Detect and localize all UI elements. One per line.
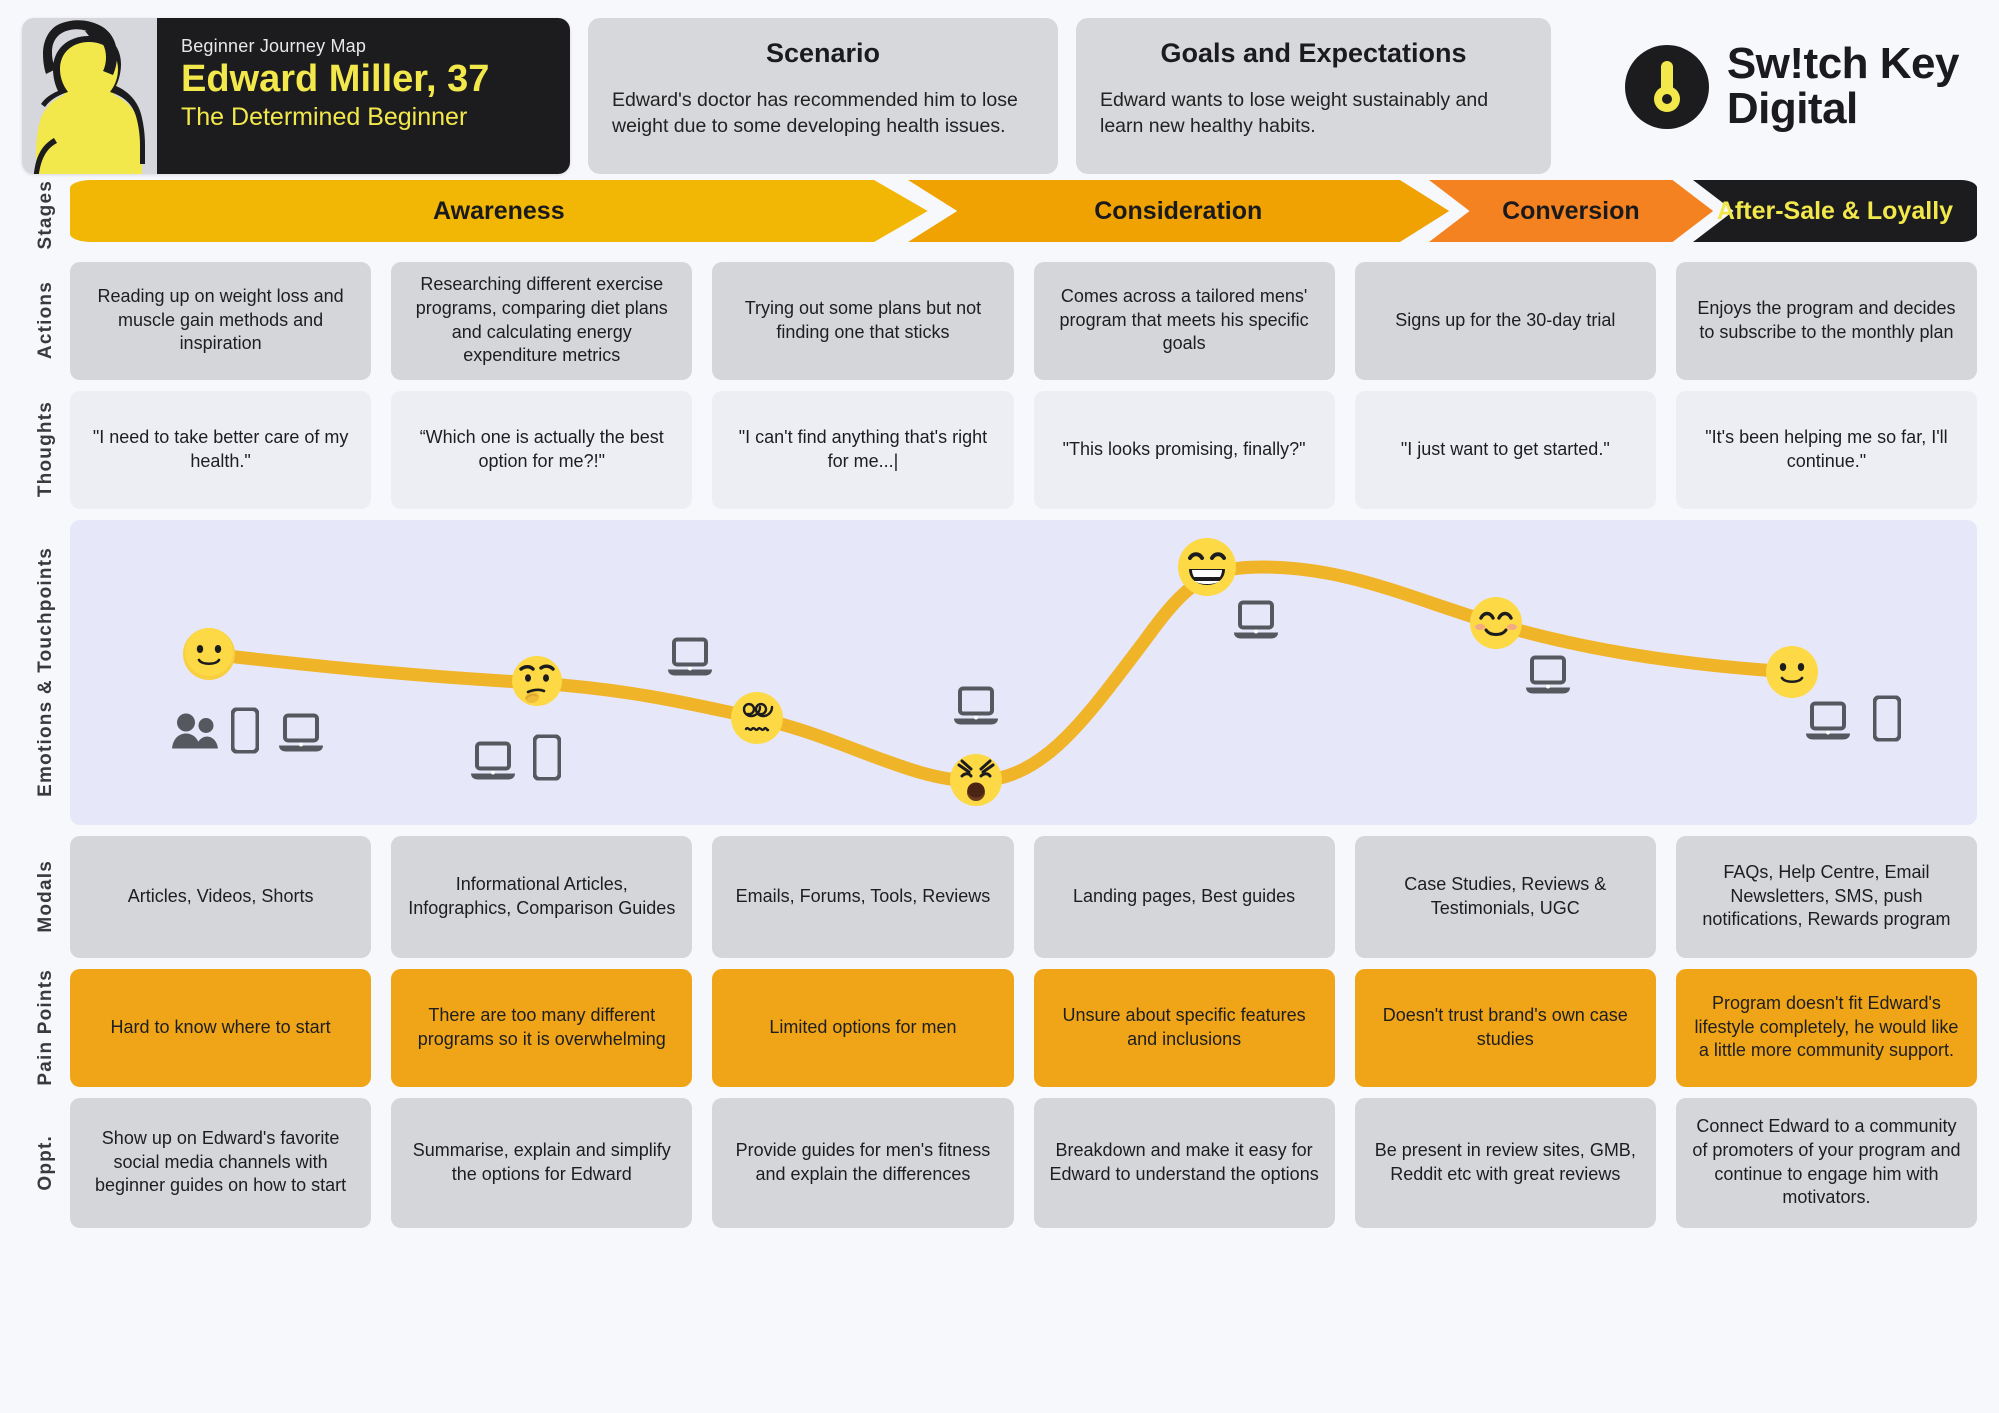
emotion-curve [202,560,1799,788]
opportunity-cell[interactable]: Summarise, explain and simplify the opti… [391,1097,693,1228]
stage-track: Awareness Consideration Conversion After… [70,180,1977,242]
persona-kicker: Beginner Journey Map [181,36,367,56]
laptop-icon [470,741,516,786]
persona-info: Beginner Journey Map Edward Miller, 37 T… [157,18,570,174]
opportunity-cell[interactable]: Breakdown and make it easy for Edward to… [1033,1097,1335,1228]
stage-conversion[interactable]: Conversion [1428,180,1713,242]
thought-cell[interactable]: "This looks promising, finally?" [1033,390,1335,509]
modal-cell[interactable]: Case Studies, Reviews & Testimonials, UG… [1354,835,1656,958]
laptop-icon [953,686,999,731]
pain-point-cell[interactable]: Program doesn't fit Edward's lifestyle c… [1675,968,1978,1087]
grinning-face-icon [1176,536,1238,598]
row-label-emotions: Emotions & Touchpoints [35,547,57,797]
stage-label: Awareness [433,196,565,225]
action-cell[interactable]: Signs up for the 30-day trial [1354,261,1656,380]
laptop-icon [1525,655,1571,701]
stage-awareness[interactable]: Awareness [70,180,928,242]
row-opportunities: Oppt. Show up on Edward's favorite socia… [22,1097,1978,1228]
modal-cell[interactable]: Emails, Forums, Tools, Reviews [712,835,1014,958]
laptop-icon [667,637,713,682]
thought-cell[interactable]: “Which one is actually the best option f… [391,390,693,509]
row-stages: Stages Awareness Consideration Conversio… [22,180,1977,250]
stage-consideration[interactable]: Consideration [907,180,1449,242]
persona-card: Beginner Journey Map Edward Miller, 37 T… [22,18,570,174]
row-label-pain-points: Pain Points [35,969,57,1086]
scenario-body: Edward's doctor has recommended him to l… [612,89,1018,138]
modal-cell[interactable]: Landing pages, Best guides [1033,835,1335,958]
anguished-face-icon [947,751,1005,809]
goals-card: Goals and Expectations Edward wants to l… [1076,18,1551,174]
journey-map-page: Beginner Journey Map Edward Miller, 37 T… [0,0,1999,1413]
opportunities-cells: Show up on Edward's favorite social medi… [70,1097,1978,1228]
thoughts-cells: "I need to take better care of my health… [70,390,1978,509]
thought-cell[interactable]: "I need to take better care of my health… [70,390,372,509]
modal-cell[interactable]: Articles, Videos, Shorts [70,835,372,958]
brand-logo: Sw!tch Key Digital [1624,18,1977,133]
smiling-face-with-smiling-eyes-icon [1467,594,1525,652]
row-pain-points: Pain Points Hard to know where to start … [22,968,1978,1087]
stage-label: Consideration [1094,196,1263,225]
pain-point-cell[interactable]: Unsure about specific features and inclu… [1033,968,1335,1087]
slightly-smiling-face-icon [1764,644,1820,700]
row-label-stages: Stages [35,180,57,250]
thought-cell[interactable]: "It's been helping me so far, I'll conti… [1675,390,1978,509]
action-cell[interactable]: Enjoys the program and decides to subscr… [1675,261,1978,380]
laptop-icon [1233,600,1279,646]
action-cell[interactable]: Reading up on weight loss and muscle gai… [70,261,372,380]
dizzy-face-icon [729,690,785,746]
row-label-actions: Actions [35,281,57,360]
pain-point-cell[interactable]: There are too many different programs so… [391,968,693,1087]
action-cell[interactable]: Comes across a tailored mens' program th… [1033,261,1335,380]
stage-label: After-Sale & Loyally [1716,196,1954,225]
emotion-chart [70,519,1977,825]
person-avatar-icon [33,20,145,174]
persona-name: Edward Miller, 37 [181,58,490,100]
persona-tagline: The Determined Beginner [181,102,468,131]
pain-point-cell[interactable]: Limited options for men [712,968,1014,1087]
opportunity-cell[interactable]: Provide guides for men's fitness and exp… [712,1097,1014,1228]
actions-cells: Reading up on weight loss and muscle gai… [70,261,1978,380]
phone-icon [230,707,260,759]
phone-icon [1872,694,1902,746]
row-actions: Actions Reading up on weight loss and mu… [22,261,1978,380]
avatar [22,18,157,174]
people-icon [170,711,222,756]
scenario-title: Scenario [765,38,881,68]
modal-cell[interactable]: Informational Articles, Infographics, Co… [391,835,693,958]
row-label-thoughts: Thoughts [35,401,57,498]
opportunity-cell[interactable]: Connect Edward to a community of promote… [1675,1097,1978,1228]
opportunity-cell[interactable]: Be present in review sites, GMB, Reddit … [1354,1097,1656,1228]
thought-cell[interactable]: "I just want to get started." [1354,390,1656,509]
row-label-modals: Modals [35,860,57,933]
opportunity-cell[interactable]: Show up on Edward's favorite social medi… [70,1097,372,1228]
header: Beginner Journey Map Edward Miller, 37 T… [0,0,1999,180]
brand-line-2: Digital [1726,83,1858,133]
pain-point-cell[interactable]: Hard to know where to start [70,968,372,1087]
laptop-icon [1805,701,1851,746]
goals-title: Goals and Expectations [1160,38,1467,68]
modals-cells: Articles, Videos, Shorts Informational A… [70,835,1978,958]
row-label-opportunities: Oppt. [35,1134,57,1191]
action-cell[interactable]: Trying out some plans but not finding on… [712,261,1014,380]
journey-grid: Stages Awareness Consideration Conversio… [0,180,1999,1228]
goals-body: Edward wants to lose weight sustainably … [1100,89,1489,138]
stage-label: Conversion [1502,196,1640,225]
pain-points-cells: Hard to know where to start There are to… [70,968,1978,1087]
modal-cell[interactable]: FAQs, Help Centre, Email Newsletters, SM… [1675,835,1978,958]
slightly-smiling-face-icon [181,626,237,682]
brand-line-1: Sw!tch Key [1726,39,1960,88]
thinking-face-icon [508,654,566,712]
stage-after-sale[interactable]: After-Sale & Loyally [1692,180,1977,242]
row-emotions: Emotions & Touchpoints [22,519,1977,825]
thought-cell[interactable]: "I can't find anything that's right for … [712,390,1014,509]
pain-point-cell[interactable]: Doesn't trust brand's own case studies [1354,968,1656,1087]
phone-icon [532,734,562,786]
row-thoughts: Thoughts "I need to take better care of … [22,390,1978,509]
action-cell[interactable]: Researching different exercise programs,… [391,261,693,380]
laptop-icon [278,713,324,759]
key-circle-icon [1624,44,1709,129]
row-modals: Modals Articles, Videos, Shorts Informat… [22,835,1978,958]
brand-wordmark: Sw!tch Key Digital [1726,39,1960,133]
scenario-card: Scenario Edward's doctor has recommended… [588,18,1058,174]
